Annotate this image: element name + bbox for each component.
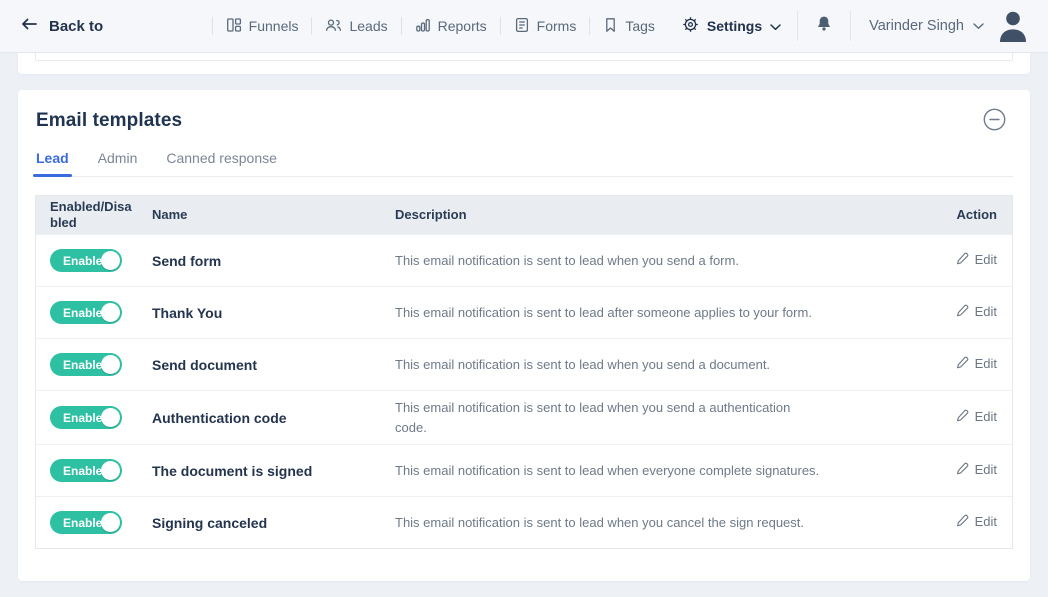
edit-button[interactable]: Edit — [956, 514, 997, 530]
toggle-knob — [101, 408, 120, 427]
enabled-toggle[interactable]: Enabled — [50, 249, 122, 272]
pencil-icon — [956, 514, 969, 530]
bell-icon — [816, 15, 832, 37]
template-description: This email notification is sent to lead … — [395, 398, 825, 437]
nav-item-settings[interactable]: Settings — [668, 16, 797, 36]
nav-label: Funnels — [249, 18, 299, 34]
notifications-button[interactable] — [798, 15, 850, 37]
funnels-icon — [226, 17, 242, 36]
chevron-down-icon — [770, 18, 781, 34]
back-label: Back to — [49, 18, 103, 35]
column-header-action: Action — [922, 207, 1012, 223]
tab-lead[interactable]: Lead — [36, 150, 69, 176]
tag-icon — [603, 17, 618, 36]
nav-label: Tags — [625, 18, 655, 34]
toggle-knob — [101, 251, 120, 270]
template-name: The document is signed — [152, 463, 395, 479]
table-header: Enabled/Disabled Name Description Action — [36, 196, 1012, 234]
template-name: Send form — [152, 253, 395, 269]
user-menu[interactable]: Varinder Singh — [851, 18, 998, 34]
tab-admin[interactable]: Admin — [98, 150, 138, 176]
template-description: This email notification is sent to lead … — [395, 355, 825, 375]
pencil-icon — [956, 409, 969, 425]
column-header-name: Name — [152, 207, 395, 223]
minus-circle-icon — [983, 108, 1006, 134]
toggle-knob — [101, 513, 120, 532]
collapse-section-button[interactable] — [982, 109, 1006, 133]
card-header: Email templates — [35, 103, 1013, 133]
pencil-icon — [956, 304, 969, 320]
nav-item-funnels[interactable]: Funnels — [213, 17, 312, 36]
nav-menu: Funnels Leads Reports Forms — [212, 10, 1028, 42]
back-button[interactable]: Back to — [20, 16, 103, 37]
pencil-icon — [956, 462, 969, 478]
edit-label: Edit — [975, 409, 997, 424]
template-description: This email notification is sent to lead … — [395, 303, 825, 323]
pencil-icon — [956, 252, 969, 268]
pencil-icon — [956, 356, 969, 372]
table-row: Enabled Signing canceled This email noti… — [36, 496, 1012, 548]
template-name: Send document — [152, 357, 395, 373]
edit-label: Edit — [975, 514, 997, 529]
template-name: Signing canceled — [152, 515, 395, 531]
previous-section-card-bottom — [18, 53, 1030, 74]
toggle-knob — [101, 355, 120, 374]
edit-label: Edit — [975, 252, 997, 267]
table-row: Enabled Thank You This email notificatio… — [36, 286, 1012, 338]
nav-item-tags[interactable]: Tags — [590, 17, 668, 36]
nav-item-leads[interactable]: Leads — [312, 17, 400, 36]
table-row: Enabled Authentication code This email n… — [36, 390, 1012, 444]
table-row: Enabled Send form This email notificatio… — [36, 234, 1012, 286]
nav-label: Reports — [438, 18, 487, 34]
page-title: Email templates — [36, 110, 182, 132]
leads-icon — [325, 17, 342, 36]
column-header-enabled: Enabled/Disabled — [36, 199, 152, 232]
toggle-knob — [101, 461, 120, 480]
edit-label: Edit — [975, 462, 997, 477]
user-name: Varinder Singh — [869, 18, 964, 34]
template-tabs: Lead Admin Canned response — [35, 150, 1013, 177]
edit-button[interactable]: Edit — [956, 252, 997, 268]
edit-button[interactable]: Edit — [956, 356, 997, 372]
chevron-down-icon — [973, 18, 984, 34]
toggle-knob — [101, 303, 120, 322]
template-name: Authentication code — [152, 410, 395, 426]
template-description: This email notification is sent to lead … — [395, 513, 825, 533]
enabled-toggle[interactable]: Enabled — [50, 301, 122, 324]
nav-label: Forms — [537, 18, 577, 34]
enabled-toggle[interactable]: Enabled — [50, 511, 122, 534]
enabled-toggle[interactable]: Enabled — [50, 459, 122, 482]
edit-button[interactable]: Edit — [956, 462, 997, 478]
enabled-toggle[interactable]: Enabled — [50, 406, 122, 429]
edit-button[interactable]: Edit — [956, 409, 997, 425]
edit-label: Edit — [975, 304, 997, 319]
nav-label: Settings — [707, 18, 762, 34]
nav-label: Leads — [349, 18, 387, 34]
avatar[interactable] — [998, 10, 1028, 42]
reports-icon — [415, 17, 431, 36]
nav-item-forms[interactable]: Forms — [501, 17, 590, 36]
table-row: Enabled Send document This email notific… — [36, 338, 1012, 390]
column-header-description: Description — [395, 207, 922, 223]
template-name: Thank You — [152, 305, 395, 321]
tab-canned-response[interactable]: Canned response — [166, 150, 277, 176]
forms-icon — [514, 17, 530, 36]
template-description: This email notification is sent to lead … — [395, 251, 825, 271]
top-navbar: Back to Funnels Leads Reports — [0, 0, 1048, 53]
email-templates-card: Email templates Lead Admin Canned respon… — [18, 90, 1030, 581]
template-description: This email notification is sent to lead … — [395, 461, 825, 481]
templates-table: Enabled/Disabled Name Description Action… — [35, 195, 1013, 549]
enabled-toggle[interactable]: Enabled — [50, 353, 122, 376]
edit-button[interactable]: Edit — [956, 304, 997, 320]
nav-item-reports[interactable]: Reports — [402, 17, 500, 36]
page-gap — [0, 74, 1048, 90]
edit-label: Edit — [975, 356, 997, 371]
previous-section-inner-border — [35, 53, 1013, 61]
back-arrow-icon — [20, 16, 38, 37]
gear-icon — [682, 16, 699, 36]
table-row: Enabled The document is signed This emai… — [36, 444, 1012, 496]
